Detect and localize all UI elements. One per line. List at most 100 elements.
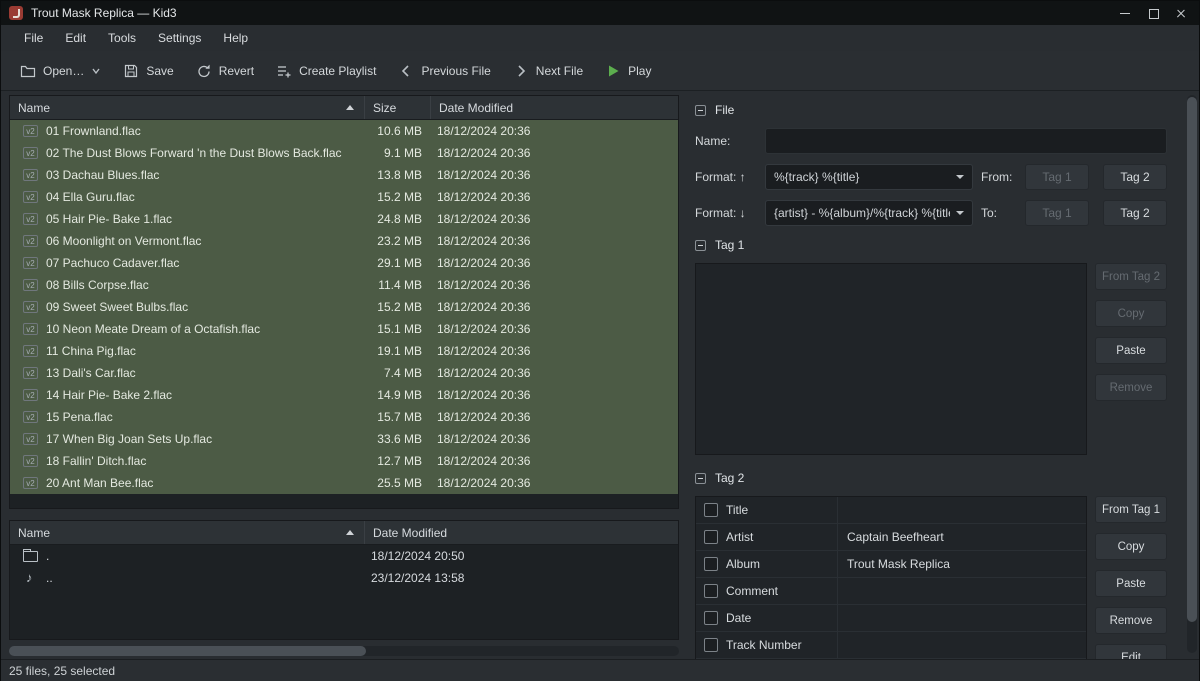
close-button[interactable] xyxy=(1175,7,1187,19)
horizontal-scrollbar-handle[interactable] xyxy=(9,646,366,656)
open-button[interactable]: Open… xyxy=(11,57,110,85)
file-row[interactable]: v2 05 Hair Pie- Bake 1.flac 24.8 MB 18/1… xyxy=(10,208,678,230)
tag1-fields-area[interactable] xyxy=(695,263,1087,455)
menu-item[interactable]: Tools xyxy=(97,27,147,49)
tag-version-icon: v2 xyxy=(23,213,38,225)
file-name: 13 Dali's Car.flac xyxy=(46,366,136,380)
maximize-button[interactable] xyxy=(1147,7,1159,19)
file-row[interactable]: v2 13 Dali's Car.flac 7.4 MB 18/12/2024 … xyxy=(10,362,678,384)
save-button[interactable]: Save xyxy=(114,57,182,85)
to-tag2-button[interactable]: Tag 2 xyxy=(1103,200,1167,226)
side-button[interactable]: Remove xyxy=(1095,607,1167,634)
file-row[interactable]: v2 17 When Big Joan Sets Up.flac 33.6 MB… xyxy=(10,428,678,450)
menu-item[interactable]: Settings xyxy=(147,27,212,49)
file-row[interactable]: v2 01 Frownland.flac 10.6 MB 18/12/2024 … xyxy=(10,120,678,142)
field-value[interactable]: Captain Beefheart xyxy=(838,530,1086,544)
file-table: Name Size Date Modified v2 01 Frownland.… xyxy=(9,95,679,509)
field-checkbox[interactable] xyxy=(704,530,718,544)
tag2-field-row: Comment xyxy=(696,578,1086,605)
field-checkbox[interactable] xyxy=(704,503,718,517)
file-row[interactable]: v2 09 Sweet Sweet Bulbs.flac 15.2 MB 18/… xyxy=(10,296,678,318)
collapse-icon[interactable] xyxy=(695,240,706,251)
column-header-size[interactable]: Size xyxy=(364,96,430,119)
side-button[interactable]: Edit xyxy=(1095,644,1167,659)
tag2-buttons: From Tag 1 Copy Paste Remove Edit xyxy=(1095,496,1167,659)
tag-panel: File Name: Format: ↑ %{track} %{title} F… xyxy=(693,95,1183,659)
file-size: 14.9 MB xyxy=(364,388,430,402)
folder-table-header: Name Date Modified xyxy=(10,521,678,545)
file-size: 19.1 MB xyxy=(364,344,430,358)
to-tag1-button[interactable]: Tag 1 xyxy=(1025,200,1089,226)
side-button[interactable]: Remove xyxy=(1095,374,1167,401)
tag2-fields-table: Title Artist Captain Beefheart Album Tro… xyxy=(695,496,1087,659)
horizontal-scrollbar-track[interactable] xyxy=(9,646,679,656)
file-row[interactable]: v2 03 Dachau Blues.flac 13.8 MB 18/12/20… xyxy=(10,164,678,186)
file-table-body: v2 01 Frownland.flac 10.6 MB 18/12/2024 … xyxy=(10,120,678,494)
field-checkbox[interactable] xyxy=(704,584,718,598)
format-to-combobox[interactable]: {artist} - %{album}/%{track} %{title} xyxy=(765,200,973,226)
menu-item[interactable]: File xyxy=(13,27,54,49)
file-name: 18 Fallin' Ditch.flac xyxy=(46,454,146,468)
folder-date-modified: 18/12/2024 20:50 xyxy=(364,549,678,563)
field-value[interactable]: Trout Mask Replica xyxy=(838,557,1086,571)
side-button[interactable]: Copy xyxy=(1095,533,1167,560)
vertical-scrollbar[interactable] xyxy=(1187,95,1197,653)
file-section-header[interactable]: File xyxy=(695,101,1167,119)
tag2-section-header[interactable]: Tag 2 xyxy=(695,469,1167,487)
menu-item[interactable]: Edit xyxy=(54,27,97,49)
filename-input[interactable] xyxy=(765,128,1167,154)
side-button[interactable]: Copy xyxy=(1095,300,1167,327)
play-button[interactable]: Play xyxy=(596,57,660,85)
from-tag2-button[interactable]: Tag 2 xyxy=(1103,164,1167,190)
file-row[interactable]: v2 06 Moonlight on Vermont.flac 23.2 MB … xyxy=(10,230,678,252)
save-button-label: Save xyxy=(146,64,173,78)
file-row[interactable]: v2 18 Fallin' Ditch.flac 12.7 MB 18/12/2… xyxy=(10,450,678,472)
tag-version-icon: v2 xyxy=(23,301,38,313)
file-row[interactable]: v2 02 The Dust Blows Forward 'n the Dust… xyxy=(10,142,678,164)
file-row[interactable]: v2 07 Pachuco Cadaver.flac 29.1 MB 18/12… xyxy=(10,252,678,274)
vertical-scrollbar-handle[interactable] xyxy=(1187,97,1197,622)
side-button[interactable]: Paste xyxy=(1095,337,1167,364)
side-button[interactable]: Paste xyxy=(1095,570,1167,597)
tag-version-icon: v2 xyxy=(23,367,38,379)
field-checkbox[interactable] xyxy=(704,638,718,652)
minimize-button[interactable] xyxy=(1119,7,1131,19)
revert-button[interactable]: Revert xyxy=(187,57,263,85)
previous-file-button[interactable]: Previous File xyxy=(389,57,499,85)
next-file-button[interactable]: Next File xyxy=(504,57,592,85)
format-to-row: Format: ↓ {artist} - %{album}/%{track} %… xyxy=(695,200,1167,226)
file-size: 23.2 MB xyxy=(364,234,430,248)
file-name: 17 When Big Joan Sets Up.flac xyxy=(46,432,212,446)
field-checkbox[interactable] xyxy=(704,557,718,571)
file-row[interactable]: v2 20 Ant Man Bee.flac 25.5 MB 18/12/202… xyxy=(10,472,678,494)
folder-row[interactable]: .. 23/12/2024 13:58 xyxy=(10,567,678,589)
folder-column-header-name[interactable]: Name xyxy=(10,521,364,544)
side-button[interactable]: From Tag 2 xyxy=(1095,263,1167,290)
file-row[interactable]: v2 14 Hair Pie- Bake 2.flac 14.9 MB 18/1… xyxy=(10,384,678,406)
file-row[interactable]: v2 15 Pena.flac 15.7 MB 18/12/2024 20:36 xyxy=(10,406,678,428)
format-from-combobox[interactable]: %{track} %{title} xyxy=(765,164,973,190)
from-tag1-button[interactable]: Tag 1 xyxy=(1025,164,1089,190)
file-size: 11.4 MB xyxy=(364,278,430,292)
status-text: 25 files, 25 selected xyxy=(9,664,115,678)
file-row[interactable]: v2 08 Bills Corpse.flac 11.4 MB 18/12/20… xyxy=(10,274,678,296)
folder-column-header-date-modified[interactable]: Date Modified xyxy=(364,521,678,544)
tag1-section-header[interactable]: Tag 1 xyxy=(695,236,1167,254)
field-checkbox[interactable] xyxy=(704,611,718,625)
tag-version-icon: v2 xyxy=(23,323,38,335)
file-row[interactable]: v2 04 Ella Guru.flac 15.2 MB 18/12/2024 … xyxy=(10,186,678,208)
collapse-icon[interactable] xyxy=(695,473,706,484)
panel-splitter[interactable] xyxy=(9,509,679,520)
file-row[interactable]: v2 10 Neon Meate Dream of a Octafish.fla… xyxy=(10,318,678,340)
menu-bar: File Edit Tools Settings Help xyxy=(1,25,1199,51)
tag-version-icon: v2 xyxy=(23,477,38,489)
create-playlist-button[interactable]: Create Playlist xyxy=(267,57,385,85)
collapse-icon[interactable] xyxy=(695,105,706,116)
folder-row[interactable]: . 18/12/2024 20:50 xyxy=(10,545,678,567)
column-header-date-modified[interactable]: Date Modified xyxy=(430,96,678,119)
side-button[interactable]: From Tag 1 xyxy=(1095,496,1167,523)
file-row[interactable]: v2 11 China Pig.flac 19.1 MB 18/12/2024 … xyxy=(10,340,678,362)
column-header-name[interactable]: Name xyxy=(10,96,364,119)
menu-item[interactable]: Help xyxy=(212,27,259,49)
play-button-label: Play xyxy=(628,64,651,78)
